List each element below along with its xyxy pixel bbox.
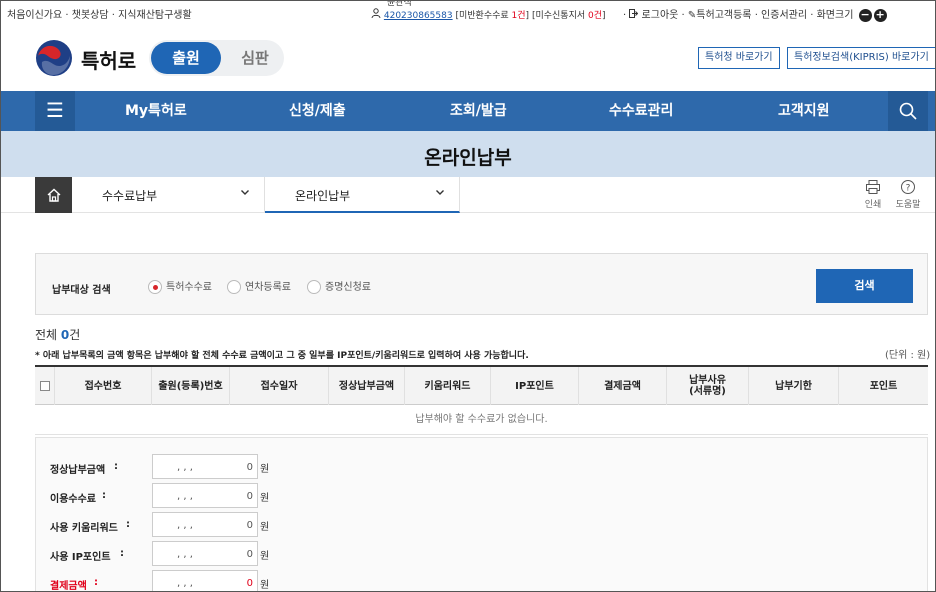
utility-links: 처음이신가요 · 챗봇상담 · 지식재산탐구생활: [7, 10, 192, 21]
radio-certificate-fee[interactable]: 증명신청료: [307, 278, 371, 294]
radio-patent-fee[interactable]: 특허수수료: [148, 278, 212, 294]
user-name: 윤관식: [387, 0, 412, 8]
summary-row: 사용 키움리워드: , , ,0 원: [36, 512, 336, 538]
col-payment-reason: 납부사유 (서류명): [667, 367, 749, 405]
nav-inquiry-issue[interactable]: 조회/발급: [450, 91, 507, 131]
kipo-shortcut-button[interactable]: 특허청 바로가기: [698, 47, 780, 69]
user-id-link[interactable]: 420230865583: [384, 11, 453, 21]
logout-icon: [629, 9, 641, 21]
col-ip-point: IP포인트: [491, 367, 579, 405]
unit-label: (단위 : 원): [885, 350, 931, 361]
col-point: 포인트: [869, 380, 898, 392]
summary-row: 사용 IP포인트: , , ,0 원: [36, 541, 336, 567]
svg-text:?: ?: [906, 184, 911, 194]
help-icon: ?: [895, 179, 921, 197]
chevron-down-icon: [435, 187, 445, 200]
total-count: 전체 0건: [35, 328, 81, 342]
col-receipt-no: 접수번호: [55, 367, 152, 405]
breadcrumb-online-payment[interactable]: 온라인납부: [265, 177, 460, 213]
kipris-shortcut-button[interactable]: 특허정보검색(KIPRIS) 바로가기: [787, 47, 935, 69]
search-label: 납부대상 검색: [52, 285, 111, 296]
summary-row: 이용수수료: , , ,0 원: [36, 483, 336, 509]
nav-apply-submit[interactable]: 신청/제출: [289, 91, 346, 131]
search-panel: 납부대상 검색 특허수수료 연차등록료 증명신청료 검색: [35, 253, 928, 315]
search-button[interactable]: 검색: [816, 269, 913, 303]
link-chatbot[interactable]: 챗봇상담: [72, 10, 109, 21]
zoom-out-icon[interactable]: −: [858, 8, 872, 22]
fee-table-header: 접수번호 출원(등록)번호 접수일자 정상납부금액 키움리워드 IP포인트 결제…: [35, 365, 928, 405]
col-kiwoom-reward: 키움리워드: [405, 367, 491, 405]
home-icon[interactable]: [35, 177, 72, 213]
breadcrumb-fee-payment[interactable]: 수수료납부: [72, 177, 265, 213]
print-button[interactable]: 인쇄: [860, 179, 886, 210]
zoom-in-icon[interactable]: +: [873, 8, 887, 22]
col-receipt-date: 접수일자: [230, 367, 329, 405]
utility-bar: 처음이신가요 · 챗봇상담 · 지식재산탐구생활 윤관식 42023086558…: [1, 1, 935, 25]
brand-title[interactable]: 특허로: [81, 45, 136, 74]
col-application-no: 출원(등록)번호: [152, 367, 230, 405]
col-normal-amount: 정상납부금액: [329, 367, 405, 405]
main-nav: ☰ My특허로 신청/제출 조회/발급 수수료관리 고객지원: [1, 91, 935, 131]
select-all-checkbox[interactable]: [35, 367, 55, 405]
breadcrumb: 수수료납부 온라인납부 인쇄 ? 도움말: [1, 177, 935, 213]
user-info: 윤관식 420230865583 [미반환수수료 1건] [미수신통지서 0건]: [371, 0, 606, 21]
link-ip-life[interactable]: 지식재산탐구생활: [118, 10, 192, 21]
chevron-down-icon: [240, 187, 250, 200]
nav-customer-support[interactable]: 고객지원: [778, 91, 830, 131]
page-title-band: 온라인납부: [1, 131, 935, 177]
list-note: * 아래 납부목록의 금액 항목은 납부해야 할 전체 수수료 금액이고 그 중…: [35, 351, 529, 361]
payment-summary: 정상납부금액: , , ,0 원 이용수수료: , , ,0 원 사용 키움리워…: [35, 437, 928, 591]
col-due-date: 납부기한: [749, 367, 839, 405]
payment-amount-field: , , ,0: [152, 570, 258, 591]
printer-icon: [860, 179, 886, 197]
help-button[interactable]: ? 도움말: [895, 179, 921, 210]
notice-count[interactable]: 0건: [588, 11, 602, 21]
ip-point-input[interactable]: , , ,0: [152, 541, 258, 566]
unpaid-count[interactable]: 1건: [512, 11, 526, 21]
hamburger-menu-icon[interactable]: ☰: [35, 91, 75, 131]
page-title: 온라인납부: [424, 147, 512, 169]
link-first-visit[interactable]: 처음이신가요: [7, 10, 62, 21]
summary-row: 결제금액: , , ,0 원: [36, 570, 336, 591]
logout-link[interactable]: 로그아웃: [642, 10, 679, 21]
user-icon: [371, 8, 384, 21]
kiwoom-reward-input[interactable]: , , ,0: [152, 512, 258, 537]
screen-size-label: 화면크기: [816, 10, 854, 21]
service-fee-field: , , ,0: [152, 483, 258, 508]
radio-annual-fee[interactable]: 연차등록료: [227, 278, 291, 294]
nav-fee-management[interactable]: 수수료관리: [609, 91, 673, 131]
browser-frame: 처음이신가요 · 챗봇상담 · 지식재산탐구생활 윤관식 42023086558…: [0, 0, 936, 592]
gov-logo-icon[interactable]: [35, 39, 73, 77]
cert-link[interactable]: 인증서관리: [761, 10, 807, 21]
empty-list-message: 납부해야 할 수수료가 없습니다.: [35, 405, 928, 435]
col-payment-amount: 결제금액: [579, 367, 667, 405]
utility-actions: · 로그아웃 · ✎특허고객등록 · 인증서관리 · 화면크기 − +: [623, 7, 887, 22]
toggle-application[interactable]: 출원: [151, 42, 221, 74]
toggle-trial[interactable]: 심판: [229, 42, 281, 74]
summary-row: 정상납부금액: , , ,0 원: [36, 454, 336, 480]
search-icon[interactable]: [888, 91, 928, 131]
service-toggle: 출원 심판: [149, 40, 284, 76]
normal-amount-field: , , ,0: [152, 454, 258, 479]
register-link[interactable]: 특허고객등록: [696, 10, 751, 21]
nav-my-patentro[interactable]: My특허로: [125, 91, 187, 131]
